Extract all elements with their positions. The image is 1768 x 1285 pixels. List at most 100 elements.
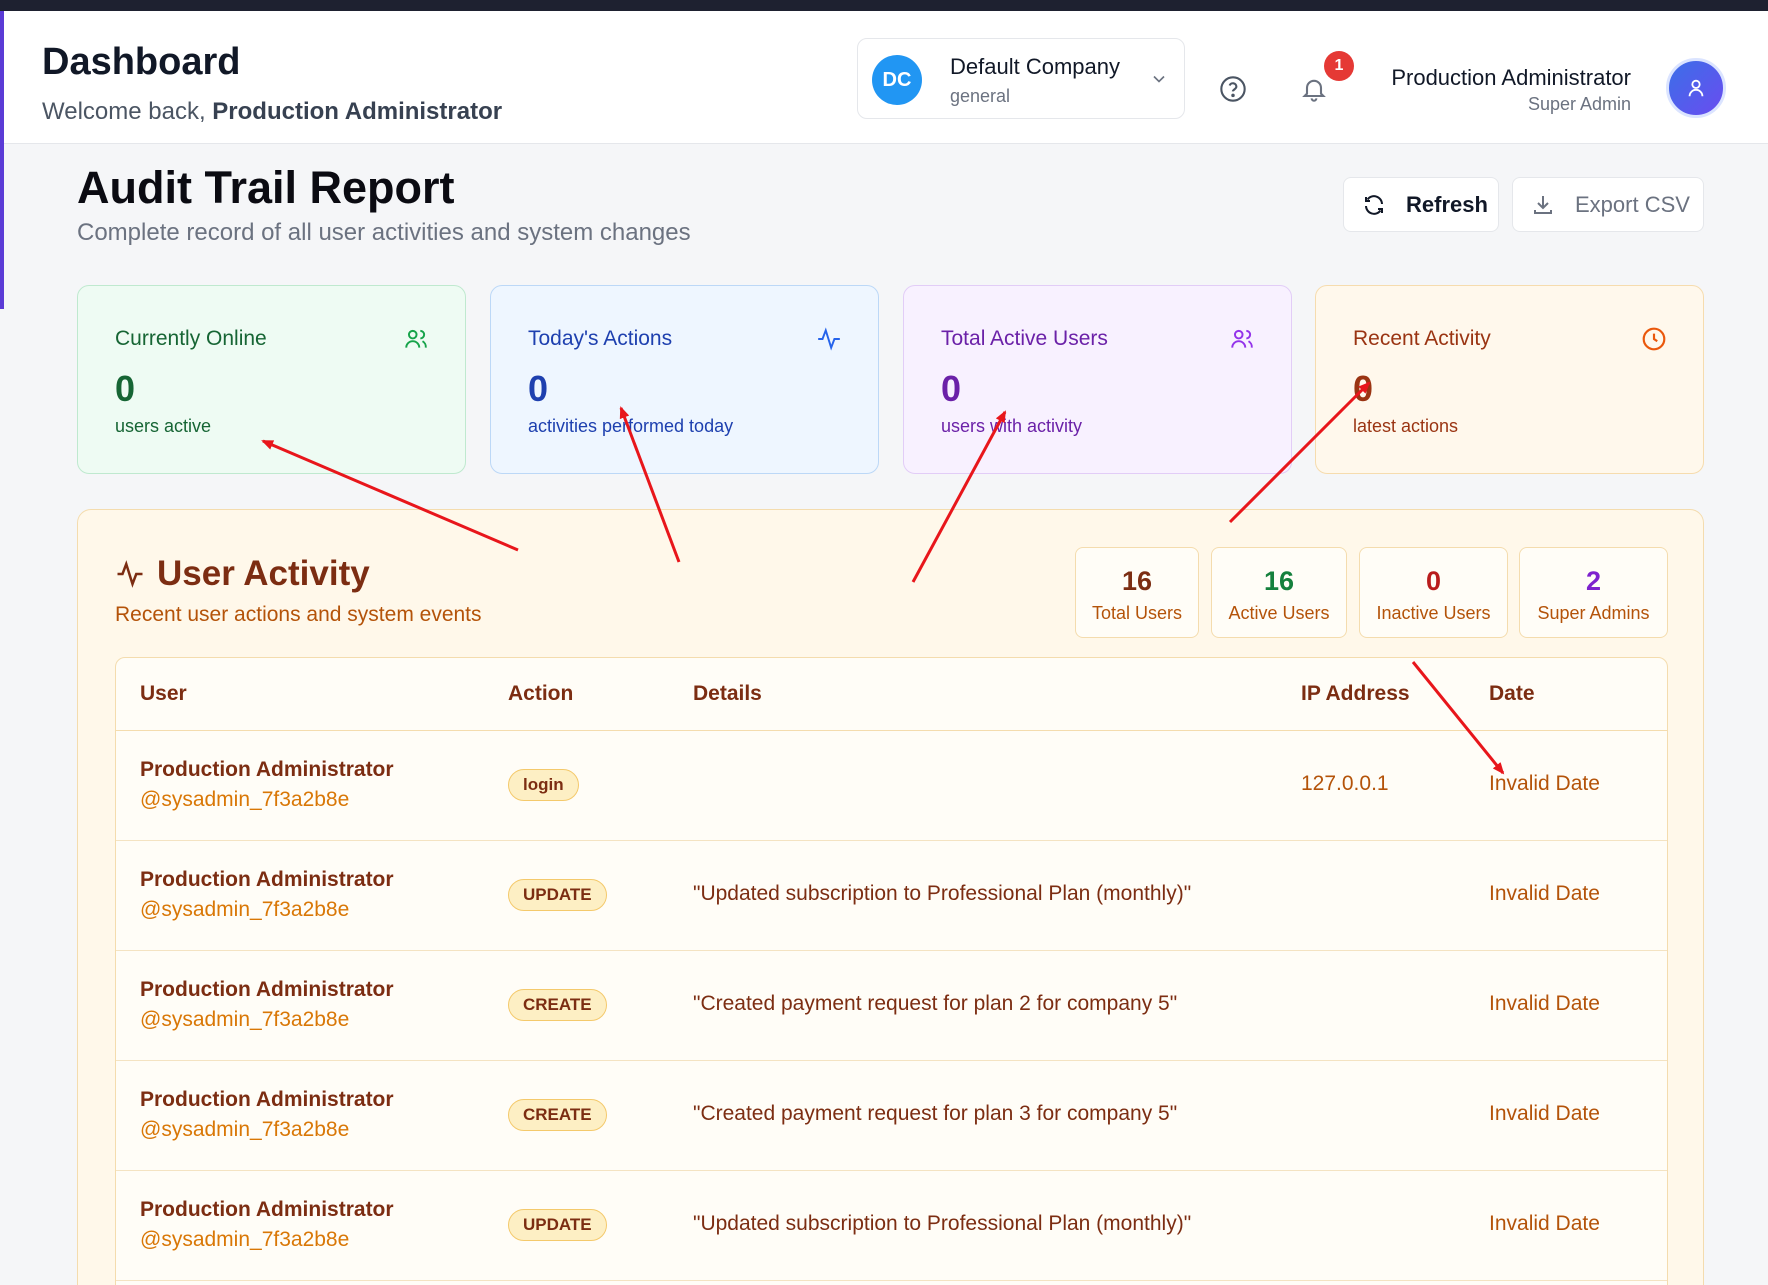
- header-title: Dashboard: [42, 41, 241, 83]
- table-row[interactable]: Production Administrator @sysadmin_7f3a2…: [116, 731, 1667, 841]
- welcome-prefix: Welcome back,: [42, 98, 206, 125]
- users-icon: [1231, 329, 1253, 348]
- refresh-icon: [1365, 194, 1383, 215]
- stat-label: Inactive Users: [1376, 603, 1491, 623]
- column-header-details[interactable]: Details: [693, 682, 762, 706]
- app-header: Dashboard Welcome back, Production Admin…: [4, 11, 1768, 144]
- stat-label: Active Users: [1228, 603, 1330, 623]
- stat-inactive-users: 0 Inactive Users: [1359, 547, 1508, 638]
- company-type: general: [950, 86, 1011, 106]
- row-user-name: Production Administrator: [140, 1088, 394, 1111]
- action-badge: UPDATE: [508, 1209, 607, 1241]
- stat-total-users: 16 Total Users: [1075, 547, 1199, 638]
- row-details: "Updated subscription to Professional Pl…: [693, 1212, 1192, 1235]
- clock-icon: [1642, 327, 1666, 351]
- card-desc: users active: [115, 416, 212, 436]
- refresh-label: Refresh: [1406, 191, 1488, 217]
- activity-icon: [117, 560, 143, 588]
- card-desc: users with activity: [941, 416, 1083, 436]
- user-role: Super Admin: [1527, 94, 1631, 114]
- column-header-ip[interactable]: IP Address: [1301, 682, 1410, 706]
- row-user-handle: @sysadmin_7f3a2b8e: [140, 898, 350, 921]
- page-title: Audit Trail Report: [77, 162, 455, 213]
- card-value: 0: [1353, 368, 1374, 409]
- company-selector[interactable]: DC Default Company general: [857, 38, 1185, 119]
- row-user-name: Production Administrator: [140, 978, 394, 1001]
- card-value: 0: [115, 368, 136, 409]
- row-user-name: Production Administrator: [140, 758, 394, 781]
- card-value: 0: [528, 368, 549, 409]
- row-details: "Updated subscription to Professional Pl…: [693, 882, 1192, 905]
- row-ip: 127.0.0.1: [1301, 772, 1389, 795]
- page-subtitle: Complete record of all user activities a…: [77, 219, 691, 246]
- card-label: Today's Actions: [528, 327, 673, 350]
- table-header: User Action Details IP Address Date: [116, 658, 1667, 731]
- stat-label: Super Admins: [1537, 603, 1650, 623]
- users-icon: [405, 329, 427, 348]
- refresh-button[interactable]: Refresh: [1343, 177, 1499, 232]
- row-user-handle: @sysadmin_7f3a2b8e: [140, 1008, 350, 1031]
- card-recent-activity: Recent Activity 0 latest actions: [1315, 285, 1704, 474]
- card-value: 0: [941, 368, 962, 409]
- table-row[interactable]: Production Administrator @sysadmin_7f3a2…: [116, 841, 1667, 951]
- notification-badge: 1: [1324, 51, 1354, 81]
- welcome-name: Production Administrator: [212, 98, 503, 125]
- activity-table: User Action Details IP Address Date Prod…: [115, 657, 1668, 1285]
- action-badge: UPDATE: [508, 879, 607, 911]
- welcome-text: Welcome back, Production Administrator: [42, 98, 502, 126]
- stat-active-users: 16 Active Users: [1211, 547, 1347, 638]
- row-date: Invalid Date: [1489, 1102, 1600, 1125]
- row-user-handle: @sysadmin_7f3a2b8e: [140, 1228, 350, 1251]
- card-desc: latest actions: [1353, 416, 1459, 436]
- row-date: Invalid Date: [1489, 992, 1600, 1015]
- row-user-name: Production Administrator: [140, 868, 394, 891]
- row-date: Invalid Date: [1489, 882, 1600, 905]
- column-header-action[interactable]: Action: [508, 682, 573, 706]
- table-row[interactable]: Production Administrator @sysadmin_7f3a2…: [116, 951, 1667, 1061]
- user-name: Production Administrator: [1391, 65, 1631, 90]
- panel-title: User Activity: [115, 554, 370, 594]
- panel-title-text: User Activity: [157, 554, 370, 593]
- card-todays-actions: Today's Actions 0 activities performed t…: [490, 285, 879, 474]
- activity-icon: [818, 327, 840, 351]
- user-activity-panel: User Activity Recent user actions and sy…: [77, 509, 1704, 1285]
- help-icon[interactable]: [1219, 75, 1247, 103]
- window-top-bar: [0, 0, 1768, 11]
- row-user-handle: @sysadmin_7f3a2b8e: [140, 788, 350, 811]
- row-user-name: Production Administrator: [140, 1198, 394, 1221]
- panel-subtitle: Recent user actions and system events: [115, 603, 482, 626]
- avatar[interactable]: [1666, 58, 1726, 118]
- card-label: Recent Activity: [1353, 327, 1491, 350]
- chevron-down-icon: [1153, 75, 1165, 83]
- stat-super-admins: 2 Super Admins: [1519, 547, 1668, 638]
- row-details: "Created payment request for plan 2 for …: [693, 992, 1178, 1015]
- column-header-user[interactable]: User: [140, 682, 187, 706]
- export-csv-button[interactable]: Export CSV: [1512, 177, 1704, 232]
- stat-label: Total Users: [1091, 603, 1183, 623]
- card-label: Total Active Users: [941, 327, 1108, 350]
- row-date: Invalid Date: [1489, 772, 1600, 795]
- table-row[interactable]: Production Administrator @sysadmin_7f3a2…: [116, 1061, 1667, 1171]
- stat-value: 16: [1121, 566, 1153, 596]
- export-label: Export CSV: [1575, 191, 1690, 217]
- action-badge: CREATE: [508, 1099, 607, 1131]
- row-details: "Created payment request for plan 3 for …: [693, 1102, 1178, 1125]
- user-icon: [1688, 79, 1704, 97]
- card-currently-online: Currently Online 0 users active: [77, 285, 466, 474]
- card-label: Currently Online: [115, 327, 267, 350]
- action-badge: login: [508, 769, 579, 801]
- company-name: Default Company: [950, 54, 1120, 79]
- table-row[interactable]: Production Administrator @sysadmin_7f3a2…: [116, 1171, 1667, 1281]
- stat-value: 0: [1425, 566, 1442, 596]
- row-user-handle: @sysadmin_7f3a2b8e: [140, 1118, 350, 1141]
- stat-value: 2: [1585, 566, 1602, 596]
- bell-icon[interactable]: [1300, 75, 1328, 103]
- company-badge: DC: [872, 55, 922, 105]
- download-icon: [1534, 195, 1552, 214]
- card-desc: activities performed today: [528, 416, 734, 436]
- row-date: Invalid Date: [1489, 1212, 1600, 1235]
- card-total-active-users: Total Active Users 0 users with activity: [903, 285, 1292, 474]
- column-header-date[interactable]: Date: [1489, 682, 1535, 706]
- action-badge: CREATE: [508, 989, 607, 1021]
- stat-value: 16: [1263, 566, 1295, 596]
